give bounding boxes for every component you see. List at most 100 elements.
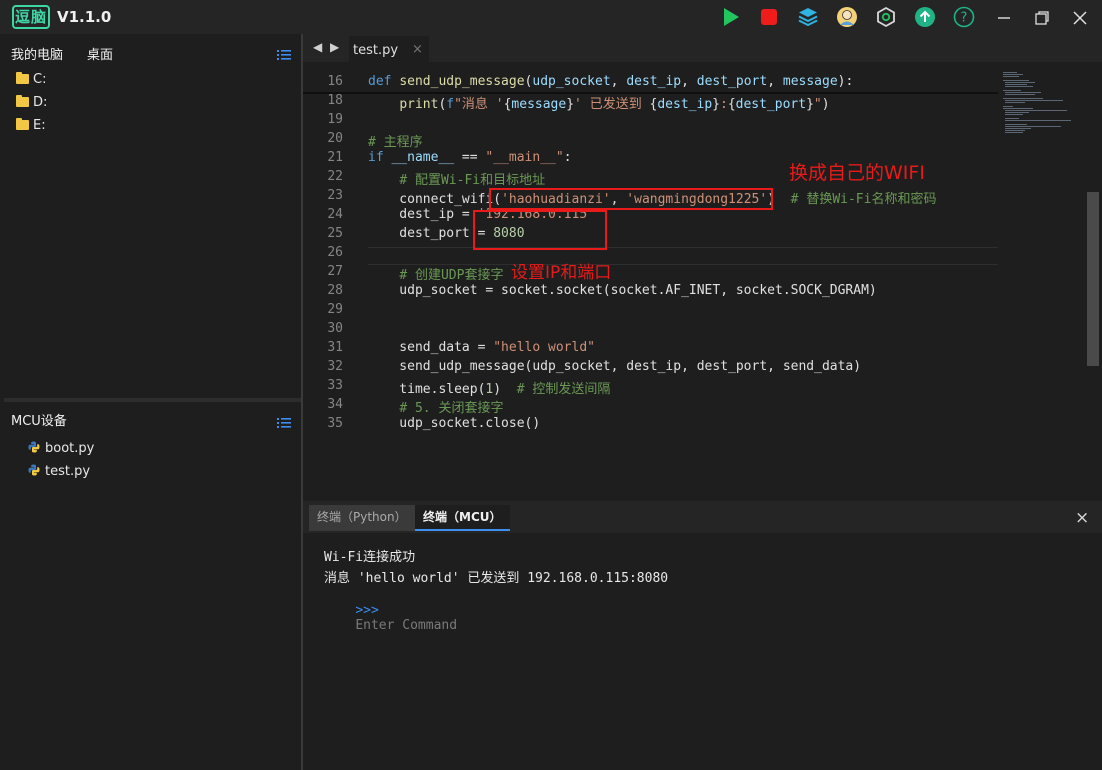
drive-e[interactable]: E: (16, 117, 46, 135)
code-token: == (454, 150, 486, 165)
code-token: # 创建UDP套接字 (399, 268, 504, 283)
list-menu-icon[interactable] (277, 414, 291, 428)
code-token: , (681, 74, 697, 89)
minimize-icon[interactable] (988, 4, 1020, 30)
code-token: udp_socket.close() (368, 416, 541, 431)
upload-icon[interactable] (914, 6, 936, 28)
settings-hex-icon[interactable] (875, 6, 897, 28)
line-number: 26 (327, 245, 343, 260)
code-token: " (813, 97, 822, 112)
code-token: udp_socket = socket.socket(socket.AF_INE… (368, 283, 877, 298)
title-bar: 逗脑 V1.1.0 ? (0, 0, 1102, 34)
mcu-panel-title: MCU设备 (11, 414, 67, 429)
line-number: 28 (327, 283, 343, 298)
drive-c[interactable]: C: (16, 71, 46, 89)
terminal-tab-bar: 终端（Python） 终端（MCU） × (303, 501, 1102, 533)
mcu-device-panel: MCU设备 boot.py test.py (4, 402, 301, 766)
tab-terminal-python[interactable]: 终端（Python） (309, 505, 415, 531)
code-token: udp_socket (532, 74, 611, 89)
tab-test-py[interactable]: test.py × (349, 36, 429, 62)
code-line: udp_socket = socket.socket(socket.AF_INE… (368, 283, 877, 298)
stop-icon[interactable] (758, 6, 780, 28)
editor-scrollbar[interactable] (1087, 192, 1099, 366)
file-browser-panel: 我的电脑 桌面 C: D: E: (4, 36, 301, 398)
code-token: "__main__" (485, 150, 564, 165)
code-token: def (368, 74, 400, 89)
run-icon[interactable] (720, 6, 742, 28)
code-token: , (767, 74, 783, 89)
code-token: ) (493, 382, 517, 397)
code-token: } (712, 97, 720, 112)
tab-terminal-mcu[interactable]: 终端（MCU） (415, 505, 510, 531)
annotation-box-ip (473, 210, 607, 250)
code-token: ): (837, 74, 854, 89)
line-number: 29 (327, 302, 343, 317)
help-icon[interactable]: ? (953, 6, 975, 28)
line-number: 21 (327, 150, 343, 165)
code-token: "hello world" (493, 340, 595, 355)
line-number: 25 (327, 226, 343, 241)
minimap[interactable] (1001, 70, 1081, 160)
nav-forward-icon[interactable]: ▶ (330, 40, 339, 54)
tab-desktop[interactable]: 桌面 (87, 44, 113, 63)
code-token: # 配置Wi-Fi和目标地址 (399, 173, 546, 188)
mcu-file-test[interactable]: test.py (28, 463, 90, 481)
line-number: 18 (327, 93, 343, 108)
line-number: 30 (327, 321, 343, 336)
terminal-prompt[interactable]: >>> Enter Command (324, 588, 457, 648)
app-logo: 逗脑 (12, 5, 50, 29)
sticky-scroll-divider (303, 92, 998, 94)
tab-my-computer[interactable]: 我的电脑 (11, 44, 63, 63)
code-line: # 创建UDP套接字 (368, 264, 503, 283)
code-token: send_udp_message(udp_socket, dest_ip, de… (368, 359, 862, 374)
code-token: ' 已发送到 (574, 97, 650, 112)
code-line: def send_udp_message(udp_socket, dest_ip… (368, 74, 853, 89)
editor-tab-bar: ◀ ▶ test.py × (303, 34, 1102, 62)
annotation-box-wifi (489, 188, 773, 210)
code-line: # 配置Wi-Fi和目标地址 (368, 169, 545, 188)
code-token: dest_ip = (368, 207, 478, 222)
code-token: : (563, 150, 572, 165)
line-number: 22 (327, 169, 343, 184)
close-window-icon[interactable] (1064, 4, 1096, 30)
code-editor[interactable]: 16 def send_udp_message(udp_socket, dest_… (303, 62, 1102, 501)
nav-back-icon[interactable]: ◀ (313, 40, 322, 54)
command-input[interactable]: Enter Command (355, 618, 457, 633)
code-token: send_udp_message (399, 74, 525, 89)
code-token: # 控制发送间隔 (516, 382, 611, 397)
user-avatar-icon[interactable] (836, 6, 858, 28)
restore-icon[interactable] (1026, 4, 1058, 30)
code-token: message (511, 97, 567, 112)
svg-text:?: ? (961, 11, 968, 26)
code-token: message (782, 74, 838, 89)
drive-d[interactable]: D: (16, 94, 47, 112)
code-token: { (727, 97, 736, 112)
code-token: connect_wifi( (368, 192, 502, 207)
python-file-icon (28, 464, 40, 476)
code-token: dest_ip (626, 74, 682, 89)
line-number: 31 (327, 340, 343, 355)
code-token: , (610, 74, 627, 89)
terminal-close-icon[interactable]: × (1075, 508, 1089, 528)
code-token: # 5. 关闭套接字 (399, 401, 504, 416)
tab-label: test.py (353, 43, 399, 58)
tab-close-icon[interactable]: × (412, 42, 423, 57)
folder-icon (16, 118, 29, 130)
code-token: __name__ (391, 150, 455, 165)
layers-icon[interactable] (797, 6, 819, 28)
code-token: dest_port (696, 74, 768, 89)
code-token: ) (821, 97, 830, 112)
code-token: time.sleep( (368, 382, 486, 397)
code-token: print (399, 97, 439, 112)
terminal-panel[interactable]: Wi-Fi连接成功 消息 'hello world' 已发送到 192.168.… (303, 533, 1102, 770)
code-token: dest_ip (657, 97, 713, 112)
line-number: 34 (327, 397, 343, 412)
list-menu-icon[interactable] (277, 46, 291, 60)
mcu-file-boot[interactable]: boot.py (28, 440, 94, 458)
code-token: # 主程序 (368, 135, 423, 150)
line-number: 33 (327, 378, 343, 393)
folder-icon (16, 95, 29, 107)
line-number: 20 (327, 131, 343, 146)
